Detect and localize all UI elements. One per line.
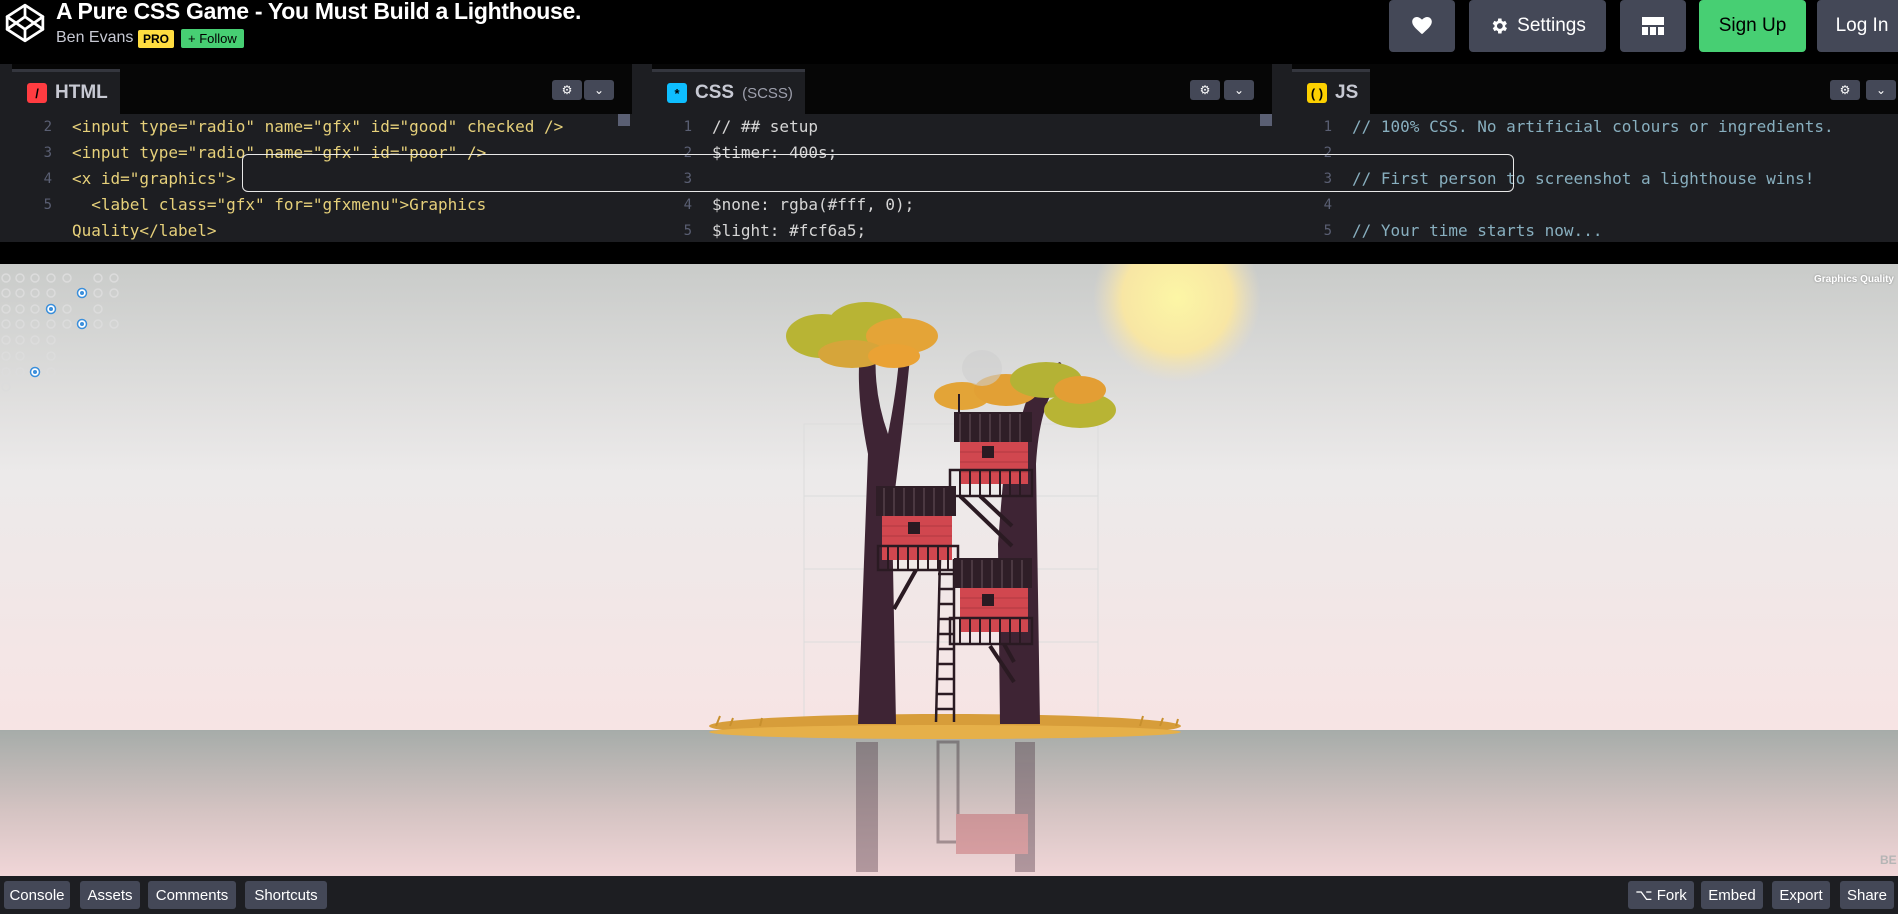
- signup-button[interactable]: Sign Up: [1699, 0, 1806, 52]
- js-editor-title: JS: [1335, 82, 1359, 103]
- css-editor-title: CSS: [695, 82, 735, 103]
- code-line[interactable]: 4: [1292, 192, 1898, 218]
- gear-icon: ⚙: [1839, 83, 1851, 97]
- graphics-quality-label[interactable]: Graphics Quality: [1814, 274, 1894, 285]
- share-button[interactable]: Share: [1840, 881, 1894, 909]
- code-line[interactable]: 4 $none: rgba(#fff, 0);: [652, 192, 1272, 218]
- lower-treehouse: [948, 558, 1034, 646]
- shortcuts-button[interactable]: Shortcuts: [245, 881, 327, 909]
- css-editor-tab[interactable]: * CSS (SCSS): [652, 69, 805, 114]
- html-editor-title: HTML: [55, 82, 108, 103]
- heart-icon: [1412, 17, 1432, 35]
- line-number: 1: [1323, 119, 1332, 135]
- html-editor-header: / HTML ⚙ ⌄: [12, 64, 632, 114]
- line-number: 5: [683, 223, 692, 239]
- code-line[interactable]: 1 // 100% CSS. No artificial colours or i…: [1292, 114, 1898, 140]
- html-scrollbar[interactable]: [618, 114, 630, 126]
- line-number: 5: [43, 197, 52, 213]
- left-treehouse: [876, 486, 960, 572]
- author-name[interactable]: Ben Evans: [56, 29, 133, 47]
- line-number: 2: [43, 119, 52, 135]
- code-line[interactable]: 5 $light: #fcf6a5;: [652, 218, 1272, 242]
- console-button[interactable]: Console: [4, 881, 70, 909]
- css-settings-button[interactable]: ⚙: [1190, 80, 1220, 100]
- assets-button[interactable]: Assets: [80, 881, 140, 909]
- css-editor-header: * CSS (SCSS) ⚙ ⌄: [652, 64, 1272, 114]
- code-text[interactable]: // ## setup: [712, 114, 818, 140]
- code-text[interactable]: Quality</label>: [72, 218, 217, 242]
- chevron-down-icon: ⌄: [1875, 83, 1887, 97]
- js-icon: ( ): [1307, 83, 1327, 103]
- preview-pane[interactable]: BE Graphics Quality: [0, 264, 1898, 876]
- line-number: 4: [683, 197, 692, 213]
- html-editor[interactable]: / HTML ⚙ ⌄ 2 <input type="radio" name="gf…: [12, 64, 632, 242]
- chevron-down-icon: ⌄: [593, 83, 605, 97]
- code-line[interactable]: Quality</label>: [12, 218, 632, 242]
- code-line[interactable]: 2 <input type="radio" name="gfx" id="good…: [12, 114, 632, 140]
- code-line[interactable]: 5 // Your time starts now...: [1292, 218, 1898, 242]
- love-button[interactable]: [1389, 0, 1455, 52]
- settings-label: Settings: [1517, 15, 1586, 36]
- game-scene: BE: [0, 264, 1898, 876]
- pro-badge: PRO: [138, 30, 175, 48]
- code-text[interactable]: $none: rgba(#fff, 0);: [712, 192, 914, 218]
- change-view-button[interactable]: [1620, 0, 1686, 52]
- settings-button[interactable]: Settings: [1469, 0, 1606, 52]
- embed-button[interactable]: Embed: [1701, 881, 1763, 909]
- fork-button[interactable]: ⌥ Fork: [1628, 881, 1694, 909]
- line-number: 4: [1323, 197, 1332, 213]
- follow-button[interactable]: + Follow: [181, 29, 244, 48]
- html-editor-tab[interactable]: / HTML: [12, 69, 120, 114]
- code-line[interactable]: 1 // ## setup: [652, 114, 1272, 140]
- js-editor-tab[interactable]: ( ) JS: [1292, 69, 1371, 114]
- resize-bar[interactable]: [0, 242, 1898, 264]
- line-number: 4: [43, 171, 52, 187]
- focus-outline: [242, 154, 1514, 192]
- code-text[interactable]: $light: #fcf6a5;: [712, 218, 866, 242]
- code-line[interactable]: 5 <label class="gfx" for="gfxmenu">Graph…: [12, 192, 632, 218]
- export-button[interactable]: Export: [1772, 881, 1830, 909]
- code-text[interactable]: <input type="radio" name="gfx" id="good"…: [72, 114, 563, 140]
- pen-title: A Pure CSS Game - You Must Build a Light…: [56, 0, 582, 24]
- html-expand-button[interactable]: ⌄: [584, 80, 614, 100]
- js-settings-button[interactable]: ⚙: [1830, 80, 1860, 100]
- layout-grid-icon: [1642, 17, 1664, 35]
- css-editor-subtitle: (SCSS): [742, 84, 793, 102]
- line-number: 3: [43, 145, 52, 161]
- chevron-down-icon: ⌄: [1233, 83, 1245, 97]
- footer-bar: Console Assets Comments Shortcuts ⌥ Fork…: [0, 876, 1898, 914]
- line-number: 5: [1323, 223, 1332, 239]
- css-scrollbar[interactable]: [1260, 114, 1272, 126]
- js-expand-button[interactable]: ⌄: [1866, 80, 1896, 100]
- html-icon: /: [27, 83, 47, 103]
- codepen-logo-icon[interactable]: [4, 2, 46, 44]
- code-text[interactable]: <x id="graphics">: [72, 166, 236, 192]
- top-bar: A Pure CSS Game - You Must Build a Light…: [0, 0, 1898, 64]
- code-text[interactable]: <label class="gfx" for="gfxmenu">Graphic…: [72, 192, 486, 218]
- svg-text:BE: BE: [1880, 853, 1897, 867]
- js-editor[interactable]: ( ) JS ⚙ ⌄ 1 // 100% CSS. No artificial c…: [1292, 64, 1898, 242]
- css-editor[interactable]: * CSS (SCSS) ⚙ ⌄ 1// ## setup 2 $timer: 40…: [652, 64, 1272, 242]
- editor-panes: / HTML ⚙ ⌄ 2 <input type="radio" name="gf…: [0, 64, 1898, 242]
- html-settings-button[interactable]: ⚙: [552, 80, 582, 100]
- code-text[interactable]: // Your time starts now...: [1352, 218, 1602, 242]
- code-text[interactable]: // 100% CSS. No artificial colours or in…: [1352, 114, 1834, 140]
- css-icon: *: [667, 83, 687, 103]
- css-expand-button[interactable]: ⌄: [1224, 80, 1254, 100]
- line-number: 1: [683, 119, 692, 135]
- gear-icon: ⚙: [561, 83, 573, 97]
- js-editor-header: ( ) JS ⚙ ⌄: [1292, 64, 1898, 114]
- gear-icon: [1492, 18, 1508, 34]
- comments-button[interactable]: Comments: [148, 881, 236, 909]
- login-button[interactable]: Log In: [1817, 0, 1898, 52]
- gear-icon: ⚙: [1199, 83, 1211, 97]
